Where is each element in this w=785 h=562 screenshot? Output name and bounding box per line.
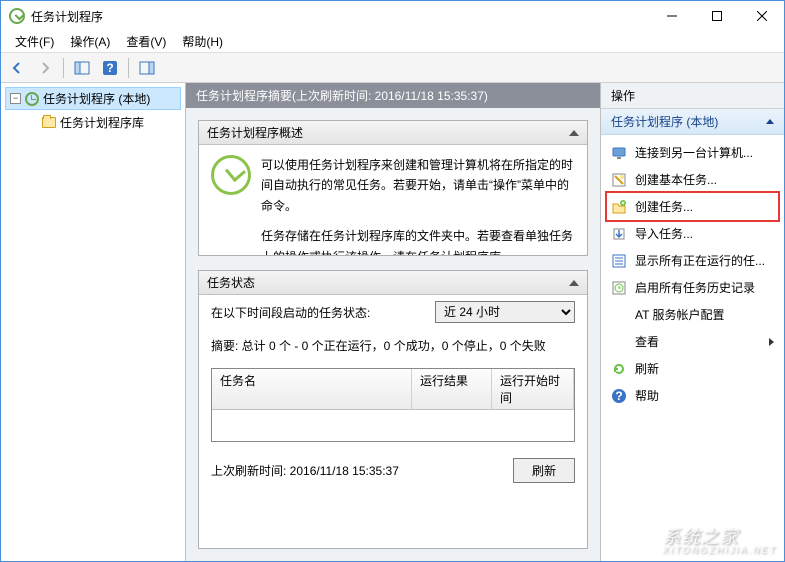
tree-panel: − 任务计划程序 (本地) 任务计划程序库 — [1, 83, 186, 561]
toolbar: ? — [1, 53, 784, 83]
back-button[interactable] — [5, 56, 29, 80]
maximize-button[interactable] — [694, 1, 739, 31]
svg-text:?: ? — [615, 389, 622, 403]
col-task-name[interactable]: 任务名 — [212, 369, 412, 409]
col-run-result[interactable]: 运行结果 — [412, 369, 492, 409]
action-item-label: 显示所有正在运行的任... — [635, 252, 765, 269]
action-item-3[interactable]: 导入任务... — [607, 220, 778, 247]
refresh-icon — [611, 361, 627, 377]
table-header-row: 任务名 运行结果 运行开始时间 — [212, 369, 574, 410]
menu-file[interactable]: 文件(F) — [7, 31, 62, 52]
tree-collapse-icon[interactable]: − — [10, 93, 21, 104]
actions-panel-title: 操作 — [601, 83, 784, 109]
col-run-start[interactable]: 运行开始时间 — [492, 369, 574, 409]
action-item-label: AT 服务帐户配置 — [635, 306, 725, 323]
action-item-4[interactable]: 显示所有正在运行的任... — [607, 247, 778, 274]
action-item-0[interactable]: 连接到另一台计算机... — [607, 139, 778, 166]
menu-view[interactable]: 查看(V) — [118, 31, 174, 52]
list-icon — [611, 253, 627, 269]
action-item-8[interactable]: 刷新 — [607, 355, 778, 382]
titlebar: 任务计划程序 — [1, 1, 784, 31]
overview-section-header[interactable]: 任务计划程序概述 — [199, 121, 587, 145]
main-area: − 任务计划程序 (本地) 任务计划程序库 任务计划程序摘要(上次刷新时间: 2… — [1, 83, 784, 561]
tree-library-label: 任务计划程序库 — [60, 114, 144, 131]
action-item-6[interactable]: AT 服务帐户配置 — [607, 301, 778, 328]
action-item-label: 创建基本任务... — [635, 171, 717, 188]
action-item-label: 连接到另一台计算机... — [635, 144, 753, 161]
toolbar-separator — [128, 58, 129, 78]
window-title: 任务计划程序 — [31, 8, 649, 25]
action-item-1[interactable]: 创建基本任务... — [607, 166, 778, 193]
collapse-up-icon — [569, 280, 579, 286]
actions-group-header[interactable]: 任务计划程序 (本地) — [601, 109, 784, 135]
toolbar-separator — [63, 58, 64, 78]
actions-panel: 操作 任务计划程序 (本地) 连接到另一台计算机... 创建基本任务... 创建任务… — [601, 83, 784, 561]
actions-list: 连接到另一台计算机... 创建基本任务... 创建任务... 导入任务... 显示所有正… — [601, 135, 784, 413]
tree-root-task-scheduler[interactable]: − 任务计划程序 (本地) — [5, 87, 181, 110]
menu-action[interactable]: 操作(A) — [62, 31, 118, 52]
overview-title: 任务计划程序概述 — [207, 124, 303, 141]
action-item-label: 查看 — [635, 333, 659, 350]
action-item-2[interactable]: 创建任务... — [607, 193, 778, 220]
minimize-button[interactable] — [649, 1, 694, 31]
blank-icon — [611, 334, 627, 350]
menu-help[interactable]: 帮助(H) — [174, 31, 231, 52]
center-panel: 任务计划程序摘要(上次刷新时间: 2016/11/18 15:35:37) 任务… — [186, 83, 601, 561]
center-body: 任务计划程序概述 可以使用任务计划程序来创建和管理计算机将在所指定的时间自动执行… — [186, 108, 600, 561]
svg-text:?: ? — [106, 61, 113, 75]
overview-p1: 可以使用任务计划程序来创建和管理计算机将在所指定的时间自动执行的常见任务。若要开… — [261, 155, 575, 216]
tree-node-library[interactable]: 任务计划程序库 — [23, 112, 181, 133]
wizard-icon — [611, 172, 627, 188]
status-period-select[interactable]: 近 24 小时 — [435, 301, 575, 323]
collapse-up-icon — [766, 119, 774, 124]
folder-icon — [42, 117, 56, 128]
action-item-label: 帮助 — [635, 387, 659, 404]
help-button[interactable]: ? — [98, 56, 122, 80]
action-item-label: 启用所有任务历史记录 — [635, 279, 755, 296]
overview-p2: 任务存储在任务计划程序库的文件夹中。若要查看单独任务上的操作或执行该操作，请在任… — [261, 226, 575, 255]
forward-button[interactable] — [33, 56, 57, 80]
help-icon: ? — [611, 388, 627, 404]
action-item-7[interactable]: 查看 — [607, 328, 778, 355]
action-item-5[interactable]: 启用所有任务历史记录 — [607, 274, 778, 301]
chevron-right-icon — [769, 338, 774, 346]
show-hide-tree-button[interactable] — [70, 56, 94, 80]
collapse-up-icon — [569, 130, 579, 136]
close-button[interactable] — [739, 1, 784, 31]
clock-large-icon — [211, 155, 251, 195]
show-hide-action-button[interactable] — [135, 56, 159, 80]
action-item-9[interactable]: ? 帮助 — [607, 382, 778, 409]
history-icon — [611, 280, 627, 296]
computer-icon — [611, 145, 627, 161]
refresh-button[interactable]: 刷新 — [513, 458, 575, 483]
import-icon — [611, 226, 627, 242]
center-header: 任务计划程序摘要(上次刷新时间: 2016/11/18 15:35:37) — [186, 83, 600, 108]
action-item-label: 刷新 — [635, 360, 659, 377]
tree-root-label: 任务计划程序 (本地) — [43, 90, 150, 107]
clock-icon — [25, 92, 39, 106]
last-refresh-label: 上次刷新时间: 2016/11/18 15:35:37 — [211, 462, 399, 479]
folder-new-icon — [611, 199, 627, 215]
task-table: 任务名 运行结果 运行开始时间 — [211, 368, 575, 442]
menubar: 文件(F) 操作(A) 查看(V) 帮助(H) — [1, 31, 784, 53]
overview-text: 可以使用任务计划程序来创建和管理计算机将在所指定的时间自动执行的常见任务。若要开… — [261, 155, 575, 255]
app-clock-icon — [9, 8, 25, 24]
status-summary: 摘要: 总计 0 个 - 0 个正在运行，0 个成功，0 个停止，0 个失败 — [199, 329, 587, 362]
status-period-label: 在以下时间段启动的任务状态: — [211, 304, 370, 321]
action-item-label: 导入任务... — [635, 225, 693, 242]
action-item-label: 创建任务... — [635, 198, 693, 215]
window-buttons — [649, 1, 784, 31]
blank-icon — [611, 307, 627, 323]
status-title: 任务状态 — [207, 274, 255, 291]
overview-section: 任务计划程序概述 可以使用任务计划程序来创建和管理计算机将在所指定的时间自动执行… — [198, 120, 588, 256]
status-section: 任务状态 在以下时间段启动的任务状态: 近 24 小时 摘要: 总计 0 个 -… — [198, 270, 588, 549]
actions-group-title: 任务计划程序 (本地) — [611, 113, 718, 130]
status-section-header[interactable]: 任务状态 — [199, 271, 587, 295]
